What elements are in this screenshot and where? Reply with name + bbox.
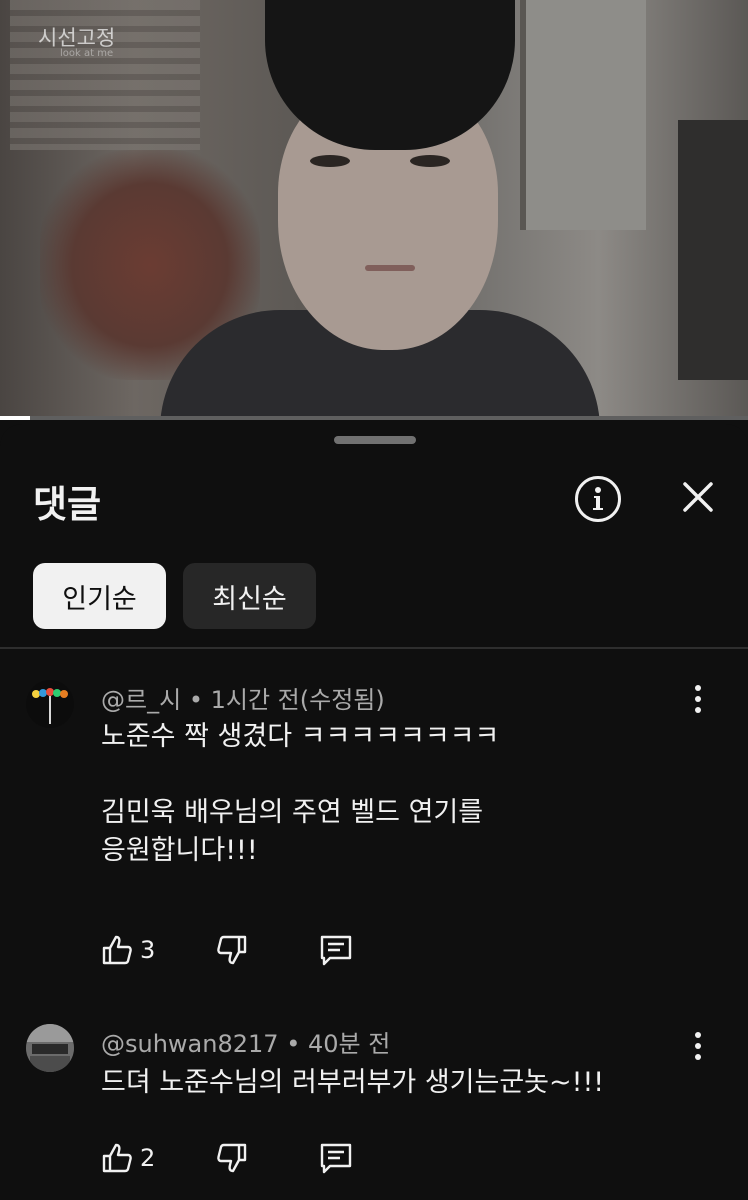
comment-text: 드뎌 노준수님의 러부러부가 생기는군놋~!!!: [101, 1064, 604, 1102]
video-watermark-sub: look at me: [60, 48, 114, 59]
tab-popular[interactable]: 인기순: [33, 563, 166, 629]
comment-line: [101, 756, 499, 794]
divider: [0, 647, 748, 649]
comment-meta: @르_시 • 1시간 전(수정됨): [101, 680, 385, 715]
more-options-button[interactable]: [682, 1026, 714, 1066]
comment-line: 응원합니다!!!: [101, 835, 258, 866]
more-vert-icon: [695, 1032, 701, 1038]
video-player[interactable]: 시선고정 look at me: [0, 0, 748, 420]
comment-line: 노준수 짝 생겼다 ㅋㅋㅋㅋㅋㅋㅋㅋ: [101, 721, 500, 752]
reply-button[interactable]: [318, 1138, 354, 1178]
meta-separator: •: [286, 1030, 308, 1058]
comment-author[interactable]: @suhwan8217: [101, 1030, 279, 1058]
comment-time: 1시간 전(수정됨): [210, 686, 385, 714]
close-icon: [683, 482, 713, 512]
person-mouth: [365, 265, 415, 271]
more-options-button[interactable]: [682, 679, 714, 719]
comment-time: 40분 전: [308, 1030, 391, 1058]
close-button[interactable]: [680, 479, 716, 515]
person-right-eye: [410, 155, 450, 167]
like-count: 2: [140, 1144, 156, 1172]
comments-title: 댓글: [33, 483, 102, 526]
info-button[interactable]: [575, 476, 621, 522]
person-left-eye: [310, 155, 350, 167]
comment-line: 김민욱 배우님의 주연 벨드 연기를: [101, 797, 484, 828]
comment-text: 노준수 짝 생겼다 ㅋㅋㅋㅋㅋㅋㅋㅋ 김민욱 배우님의 주연 벨드 연기를 응원…: [101, 718, 499, 870]
avatar-room-image: [26, 1024, 74, 1072]
dislike-button[interactable]: [215, 930, 249, 970]
reply-comment-icon: [320, 935, 352, 966]
video-background-shadow: [678, 120, 748, 380]
thumbs-down-icon: [217, 935, 247, 965]
like-count: 3: [140, 936, 156, 964]
reply-button[interactable]: [318, 930, 354, 970]
comment-author[interactable]: @르_시: [101, 686, 181, 714]
meta-separator: •: [188, 686, 211, 714]
video-progress-bar[interactable]: [0, 416, 748, 420]
like-button[interactable]: 3: [100, 930, 155, 970]
tab-newest[interactable]: 최신순: [183, 563, 316, 629]
video-progress-fill: [0, 416, 30, 420]
info-circle-icon: [593, 487, 603, 510]
avatar-lights-image: [26, 680, 74, 728]
avatar[interactable]: [26, 1024, 74, 1072]
comment-meta: @suhwan8217 • 40분 전: [101, 1024, 390, 1059]
more-vert-icon: [695, 685, 701, 691]
thumbs-up-icon: [102, 1143, 132, 1173]
like-button[interactable]: 2: [100, 1138, 155, 1178]
comments-sheet: 댓글 인기순 최신순 @르_시 • 1시간 전(수정됨) 노준수 짝 생겼다 ㅋ…: [0, 424, 748, 1200]
thumbs-down-icon: [217, 1143, 247, 1173]
comment-actions: 2: [100, 1138, 400, 1178]
comment-line: 드뎌 노준수님의 러부러부가 생기는군놋~!!!: [101, 1067, 605, 1098]
avatar[interactable]: [26, 680, 74, 728]
comment-actions: 3: [100, 930, 400, 970]
dislike-button[interactable]: [215, 1138, 249, 1178]
thumbs-up-icon: [102, 935, 132, 965]
reply-comment-icon: [320, 1143, 352, 1174]
drag-handle[interactable]: [334, 436, 416, 444]
video-person: [160, 0, 600, 420]
